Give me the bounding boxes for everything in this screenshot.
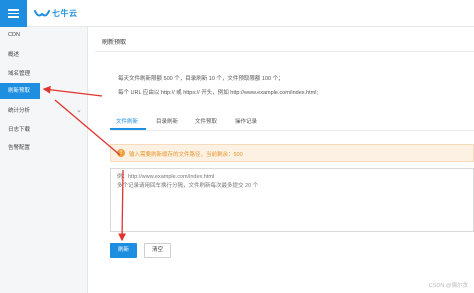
clear-button[interactable]: 清空 bbox=[144, 243, 171, 258]
sidebar-item-overview[interactable]: 概述 bbox=[0, 47, 88, 63]
refresh-button[interactable]: 刷新 bbox=[110, 243, 137, 258]
qiniu-logo-icon bbox=[34, 9, 50, 16]
tab-dir-refresh[interactable]: 目录刷新 bbox=[156, 117, 178, 125]
notes: 每天文件刷新限额 500 个，目录刷新 10 个，文件预取限额 100 个； 每… bbox=[118, 72, 318, 100]
sidebar: CDN 概述 域名管理 刷新预取 统计分析 ⌄ 日志下载 告警配置 bbox=[0, 27, 88, 293]
sidebar-item-log-download[interactable]: 日志下载 bbox=[0, 122, 88, 138]
info-alert: ! 输入需要刷新缓存的文件路径，当前剩余：500 bbox=[110, 144, 474, 162]
watermark: CSDN @偶尔贪 bbox=[428, 283, 468, 289]
logo-text: 七牛云 bbox=[52, 9, 78, 18]
tab-operation-log[interactable]: 操作记录 bbox=[235, 117, 257, 125]
alert-text: 输入需要刷新缓存的文件路径，当前剩余：500 bbox=[129, 151, 243, 158]
page-header: 刷新预取 bbox=[95, 30, 474, 52]
top-bar: 七牛云 bbox=[0, 0, 474, 27]
menu-icon[interactable] bbox=[0, 0, 27, 27]
url-input[interactable] bbox=[110, 168, 474, 232]
note-line: 每个 URL 应由以 http:// 或 https:// 开头，例如 http… bbox=[118, 90, 318, 96]
sidebar-item-label: 统计分析 bbox=[8, 108, 31, 114]
sidebar-item-domains[interactable]: 域名管理 bbox=[0, 66, 88, 82]
page-title: 刷新预取 bbox=[102, 40, 127, 46]
tab-file-refresh[interactable]: 文件刷新 bbox=[116, 117, 138, 125]
sidebar-item-cdn[interactable]: CDN bbox=[0, 27, 88, 43]
note-line: 每天文件刷新限额 500 个，目录刷新 10 个，文件预取限额 100 个； bbox=[118, 76, 284, 82]
tabs-divider bbox=[110, 130, 474, 131]
sidebar-item-alerts[interactable]: 告警配置 bbox=[0, 140, 88, 156]
logo[interactable]: 七牛云 bbox=[34, 7, 78, 20]
chevron-down-icon: ⌄ bbox=[76, 107, 82, 114]
tab-file-prefetch[interactable]: 文件预取 bbox=[195, 117, 217, 125]
sidebar-item-statistics[interactable]: 统计分析 ⌄ bbox=[0, 103, 88, 119]
warning-icon: ! bbox=[117, 149, 125, 157]
sidebar-item-refresh-prefetch[interactable]: 刷新预取 bbox=[0, 83, 40, 99]
